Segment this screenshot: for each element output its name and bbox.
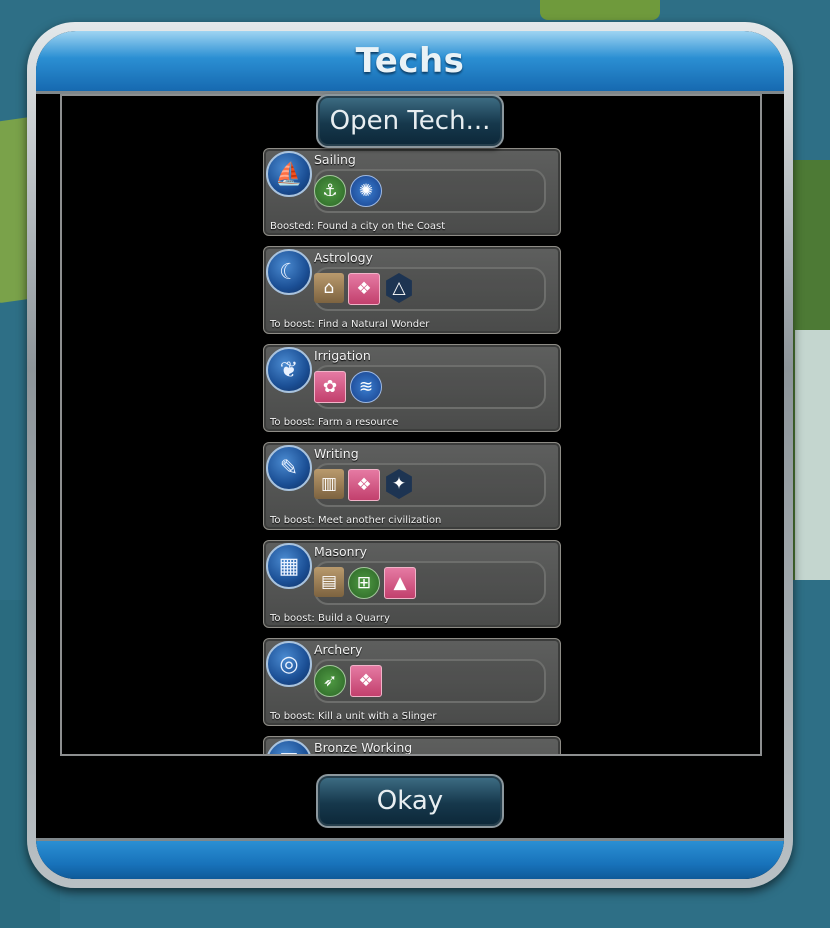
tech-card[interactable]: ☾ Astrology ⌂ ❖ △ To boost: Find a Natural Wo… — [263, 246, 561, 334]
walls-building-icon[interactable]: ▤ — [314, 567, 344, 597]
dialog-title-bar: Techs — [36, 31, 784, 94]
shield-icon: ⛨ — [266, 739, 312, 754]
moon-stars-icon: ☾ — [266, 249, 312, 295]
campus-district-icon[interactable]: ✦ — [386, 469, 412, 499]
tech-name: Astrology — [314, 250, 373, 265]
tech-list-panel[interactable]: ⛵ Sailing ⚓ ✺ Boosted: Found a city on the C… — [60, 94, 762, 756]
sailboat-icon: ⛵ — [266, 151, 312, 197]
tech-name: Archery — [314, 642, 363, 657]
tech-unlocks: ▥ ❖ ✦ — [314, 469, 414, 501]
dialog-bottom-bar — [36, 838, 784, 879]
tech-name: Writing — [314, 446, 359, 461]
tech-name: Irrigation — [314, 348, 371, 363]
harbor-district-icon[interactable]: ⚓ — [314, 175, 346, 207]
tech-name: Sailing — [314, 152, 356, 167]
tech-boost-text: To boost: Farm a resource — [270, 417, 399, 428]
tech-card[interactable]: ❦ Irrigation ✿ ≋ To boost: Farm a resource — [263, 344, 561, 432]
tech-unlocks: ✿ ≋ — [314, 371, 382, 403]
open-tech-button[interactable]: Open Tech... — [316, 94, 504, 148]
tech-boost-text: To boost: Kill a unit with a Slinger — [270, 711, 437, 722]
wonder-icon[interactable]: ❖ — [348, 469, 380, 501]
pyramids-wonder-icon[interactable]: ▲ — [384, 567, 416, 599]
farm-improvement-icon[interactable]: ≋ — [350, 371, 382, 403]
hanging-gardens-icon[interactable]: ✿ — [314, 371, 346, 403]
tech-boost-text: To boost: Find a Natural Wonder — [270, 319, 430, 330]
tech-unlocks: ⚓ ✺ — [314, 175, 382, 207]
tech-unlocks: ⌂ ❖ △ — [314, 273, 414, 305]
tech-boost-text: To boost: Meet another civilization — [270, 515, 442, 526]
wall-trowel-icon: ▦ — [266, 543, 312, 589]
tech-boost-text: Boosted: Found a city on the Coast — [270, 221, 446, 232]
snow-tile — [795, 330, 830, 580]
wonder-icon[interactable]: ❖ — [348, 273, 380, 305]
land-tile — [540, 0, 660, 20]
tech-unlocks: ➶ ❖ — [314, 665, 382, 697]
temple-building-icon[interactable]: ⌂ — [314, 273, 344, 303]
library-building-icon[interactable]: ▥ — [314, 469, 344, 499]
tech-name: Bronze Working — [314, 740, 413, 755]
fishing-boats-icon[interactable]: ✺ — [350, 175, 382, 207]
holy-site-district-icon[interactable]: △ — [386, 273, 412, 303]
okay-button[interactable]: Okay — [316, 774, 504, 828]
tech-card[interactable]: ▦ Masonry ▤ ⊞ ▲ To boost: Build a Quarry — [263, 540, 561, 628]
tech-card[interactable]: ⛵ Sailing ⚓ ✺ Boosted: Found a city on the C… — [263, 148, 561, 236]
wonder-icon[interactable]: ❖ — [350, 665, 382, 697]
water-sprout-icon: ❦ — [266, 347, 312, 393]
tech-unlocks: ▤ ⊞ ▲ — [314, 567, 416, 599]
dialog-title: Techs — [355, 41, 465, 81]
tech-card[interactable]: ⛨Bronze Working — [263, 736, 561, 755]
tech-boost-text: To boost: Build a Quarry — [270, 613, 390, 624]
tech-name: Masonry — [314, 544, 368, 559]
archer-unit-icon[interactable]: ➶ — [314, 665, 346, 697]
target-icon: ◎ — [266, 641, 312, 687]
battering-ram-icon[interactable]: ⊞ — [348, 567, 380, 599]
quill-icon: ✎ — [266, 445, 312, 491]
tech-card[interactable]: ✎ Writing ▥ ❖ ✦ To boost: Meet another civili… — [263, 442, 561, 530]
tech-card[interactable]: ◎ Archery ➶ ❖ To boost: Kill a unit with a S… — [263, 638, 561, 726]
